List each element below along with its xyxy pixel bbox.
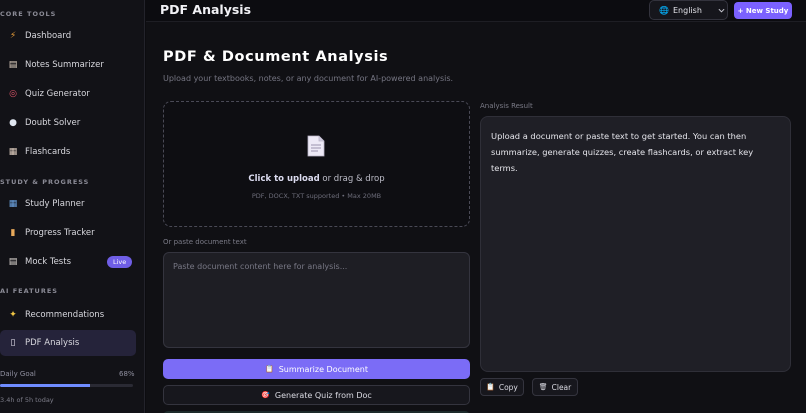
clear-label: Clear [551, 382, 572, 392]
new-study-button[interactable]: + New Study [734, 2, 792, 19]
sidebar-item-dashboard[interactable]: ⚡ Dashboard [0, 23, 136, 49]
drag-drop-text: or drag & drop [319, 174, 385, 184]
notepad-icon: ▤ [8, 59, 18, 70]
document-icon: ▯ [10, 337, 16, 348]
sidebar-item-label: Recommendations [25, 310, 105, 320]
sidebar-item-label: Doubt Solver [25, 118, 81, 128]
file-upload-dropzone[interactable]: Click to upload or drag & drop PDF, DOCX… [163, 101, 470, 227]
notepad-icon: 📋 [265, 365, 274, 373]
sidebar-item-label: Notes Summarizer [25, 60, 104, 70]
analysis-result-panel: Upload a document or paste text to get s… [480, 116, 791, 372]
paste-text-label: Or paste document text [163, 238, 247, 246]
target-icon: 🎯 [261, 391, 270, 399]
summarize-document-button[interactable]: 📋 Summarize Document [163, 359, 470, 379]
daily-goal-subtext: 3.4h of 5h today [0, 396, 54, 404]
generate-quiz-button[interactable]: 🎯 Generate Quiz from Doc [163, 385, 470, 405]
sidebar-item-label: Dashboard [25, 31, 72, 41]
click-to-upload-link[interactable]: Click to upload [248, 174, 319, 184]
main-heading: PDF & Document Analysis [163, 49, 389, 65]
upload-hint: PDF, DOCX, TXT supported • Max 20MB [251, 192, 382, 200]
sidebar-item-pdf-analysis[interactable]: ▯ PDF Analysis [0, 330, 136, 356]
sidebar-section-title: CORE TOOLS [0, 10, 57, 18]
main-content: PDF & Document Analysis Upload your text… [146, 21, 806, 413]
copy-button[interactable]: 📋 Copy [480, 378, 524, 396]
document-icon [307, 135, 325, 157]
clear-button[interactable]: 🗑 Clear [532, 378, 578, 396]
sidebar-section-title: AI FEATURES [0, 287, 58, 295]
trash-icon: 🗑 [538, 383, 548, 391]
sidebar-item-mock-tests[interactable]: ▤ Mock Tests Live [0, 249, 136, 275]
daily-goal-percent: 68% [119, 370, 135, 378]
main-subtitle: Upload your textbooks, notes, or any doc… [163, 74, 454, 83]
bar-chart-icon: ▮ [10, 227, 16, 238]
target-icon: ◎ [9, 88, 17, 99]
language-select-value: English [673, 5, 702, 15]
analysis-result-label: Analysis Result [480, 102, 533, 110]
sidebar-item-label: Study Planner [25, 199, 85, 209]
sidebar-item-notes-summarizer[interactable]: ▤ Notes Summarizer [0, 52, 136, 78]
sidebar-item-label: Mock Tests [25, 257, 71, 267]
sidebar-item-doubt-solver[interactable]: ● Doubt Solver [0, 110, 136, 136]
live-badge: Live [107, 256, 133, 268]
sidebar-item-label: Flashcards [25, 147, 71, 157]
top-header: PDF Analysis 🌐 English + New Study [146, 0, 806, 21]
lightning-icon: ⚡ [9, 30, 17, 41]
sidebar-item-label: PDF Analysis [25, 338, 80, 348]
globe-icon: 🌐 [659, 5, 669, 15]
sidebar: CORE TOOLS ⚡ Dashboard ▤ Notes Summarizer ◎ Qu… [0, 0, 145, 413]
clipboard-icon: ▤ [8, 256, 18, 267]
page-title: PDF Analysis [160, 2, 252, 17]
chevron-down-icon [718, 8, 725, 13]
document-text-input[interactable] [163, 252, 470, 348]
generate-quiz-label: Generate Quiz from Doc [274, 390, 372, 400]
sidebar-item-label: Progress Tracker [25, 228, 95, 238]
copy-label: Copy [498, 382, 518, 392]
sidebar-item-recommendations[interactable]: ✦ Recommendations [0, 302, 136, 328]
sparkle-icon: ✦ [9, 309, 17, 320]
daily-goal-progress-bar [0, 384, 133, 387]
sidebar-item-label: Quiz Generator [25, 89, 90, 99]
summarize-document-label: Summarize Document [278, 364, 368, 374]
upload-instruction: Click to upload or drag & drop [164, 174, 469, 184]
daily-goal-progress-fill [0, 384, 91, 387]
sidebar-section-title: STUDY & PROGRESS [0, 178, 90, 186]
clipboard-icon: 📋 [486, 383, 495, 391]
cards-icon: ▦ [8, 146, 18, 157]
sidebar-item-flashcards[interactable]: ▦ Flashcards [0, 139, 136, 165]
daily-goal-label: Daily Goal [0, 370, 36, 378]
sidebar-item-study-planner[interactable]: ▦ Study Planner [0, 191, 136, 217]
speech-bubble-icon: ● [9, 117, 17, 128]
language-select[interactable]: 🌐 English [649, 0, 728, 20]
sidebar-item-quiz-generator[interactable]: ◎ Quiz Generator [0, 81, 136, 107]
analysis-result-text: Upload a document or paste text to get s… [491, 131, 754, 173]
sidebar-item-progress-tracker[interactable]: ▮ Progress Tracker [0, 220, 136, 246]
calendar-icon: ▦ [8, 198, 18, 209]
